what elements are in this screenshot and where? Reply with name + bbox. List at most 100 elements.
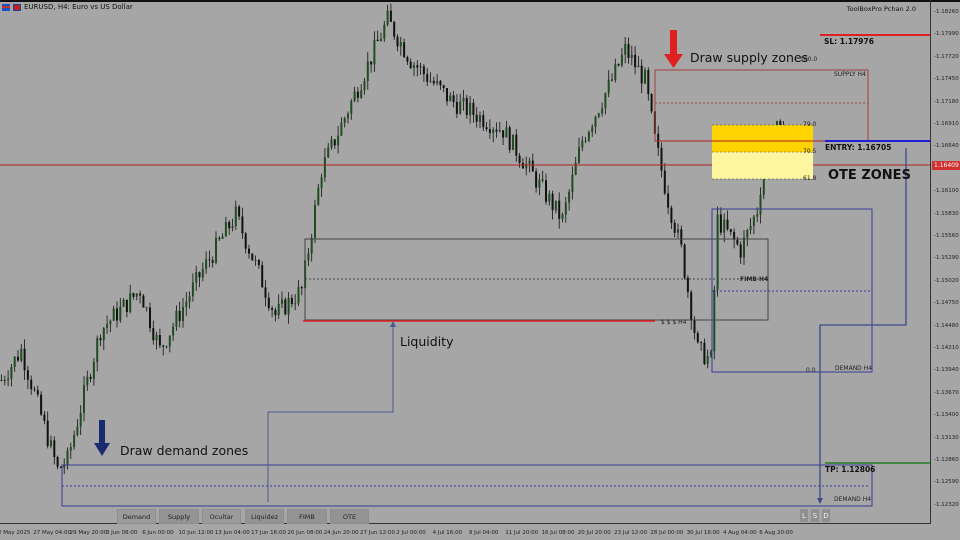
candle — [195, 272, 198, 283]
candle — [495, 129, 498, 132]
candle — [518, 155, 521, 163]
candle — [20, 348, 23, 361]
s-button[interactable]: S — [811, 509, 819, 522]
candle — [399, 42, 402, 47]
candle — [383, 24, 386, 39]
candle — [419, 66, 422, 68]
window-title-bar: EURUSD, H4: Euro vs US Dollar — [2, 3, 133, 11]
candle — [432, 80, 435, 84]
candle — [581, 140, 584, 148]
candle — [208, 259, 211, 261]
candle — [571, 174, 574, 193]
candle — [756, 214, 759, 217]
ote-button[interactable]: OTE — [330, 509, 369, 524]
candle — [627, 44, 630, 59]
price-tick: -1.17720 — [934, 53, 959, 60]
window-title: EURUSD, H4: Euro vs US Dollar — [24, 3, 133, 11]
d-button[interactable]: D — [822, 509, 830, 522]
candle — [713, 289, 716, 352]
liquidity-arrow — [267, 326, 394, 502]
candle — [3, 380, 6, 382]
candle — [475, 114, 478, 122]
candle — [630, 54, 633, 59]
candle — [442, 85, 445, 89]
time-tick: 9 Jul 04:00 — [468, 530, 499, 536]
candle — [162, 345, 165, 347]
candle — [647, 70, 650, 95]
time-tick: 6 Jun 00:00 — [142, 530, 174, 536]
price-tick: -1.16100 — [934, 188, 959, 195]
time-tick: 11 Jul 20:00 — [505, 530, 539, 536]
menu-icon[interactable] — [2, 3, 10, 11]
time-tick: 28 Jul 00:00 — [650, 530, 684, 536]
candle — [545, 180, 547, 202]
hide-button[interactable]: Ocultar — [202, 509, 241, 524]
liquidity-annotation: Liquidity — [400, 334, 454, 349]
price-tick: -1.15830 — [934, 210, 959, 217]
candle — [680, 229, 683, 245]
candle — [211, 260, 214, 263]
liquidity-button[interactable]: Liquidez — [245, 509, 284, 524]
candle — [320, 177, 323, 188]
candle — [459, 101, 462, 114]
symbol-flag-icon — [13, 3, 21, 11]
candle — [366, 61, 369, 82]
candle — [63, 465, 66, 468]
candle — [673, 222, 676, 233]
candle — [601, 108, 604, 114]
time-tick: 2 Jul 00:00 — [396, 530, 426, 536]
candle — [502, 130, 505, 138]
candle — [122, 299, 125, 307]
liquidity-zone-label: $ $ $ H4 — [661, 319, 687, 326]
candle — [406, 57, 409, 62]
candle — [340, 122, 343, 136]
candle — [23, 348, 26, 371]
price-tick: -1.16910 — [934, 121, 959, 127]
candle — [218, 237, 221, 239]
candle — [198, 272, 201, 278]
candle — [380, 38, 382, 42]
supply-annotation: Draw supply zones — [690, 50, 809, 65]
fimb-button[interactable]: FIMB — [287, 509, 327, 524]
candle — [568, 192, 571, 203]
candle — [452, 95, 455, 102]
ote-level-61: 61.8 — [803, 175, 817, 182]
supply-button[interactable]: Supply — [159, 509, 199, 524]
candle — [231, 226, 234, 229]
candle — [614, 64, 617, 81]
candle — [541, 179, 544, 181]
candle — [426, 74, 429, 82]
candle — [521, 162, 524, 169]
candle — [116, 308, 118, 321]
candle — [650, 94, 653, 112]
candle — [488, 129, 491, 133]
candle — [706, 355, 709, 364]
price-chart[interactable] — [0, 0, 960, 540]
price-tick: -1.15560 — [934, 233, 959, 239]
candle — [759, 195, 762, 215]
candle — [106, 324, 109, 328]
candle — [92, 361, 95, 379]
candle — [719, 214, 722, 233]
candle — [215, 237, 217, 263]
l-button[interactable]: L — [800, 509, 808, 522]
price-tick: -1.17180 — [934, 98, 959, 105]
price-tick: -1.16640 — [934, 143, 959, 150]
candle — [109, 320, 112, 325]
fimb-zone — [304, 238, 769, 321]
candle — [644, 70, 646, 84]
candle — [587, 132, 590, 141]
candle — [205, 259, 208, 269]
candle — [267, 297, 270, 309]
candle — [145, 307, 148, 309]
candle — [422, 66, 425, 75]
candle — [591, 126, 594, 133]
time-tick: 10 Jun 12:00 — [178, 530, 214, 536]
candle — [7, 378, 10, 381]
demand-button[interactable]: Demand — [117, 509, 156, 524]
candle — [284, 299, 287, 315]
candle — [700, 342, 703, 344]
price-tick: -1.14480 — [934, 322, 959, 329]
candle — [261, 265, 264, 288]
time-tick: 3 Jun 08:00 — [105, 530, 138, 536]
